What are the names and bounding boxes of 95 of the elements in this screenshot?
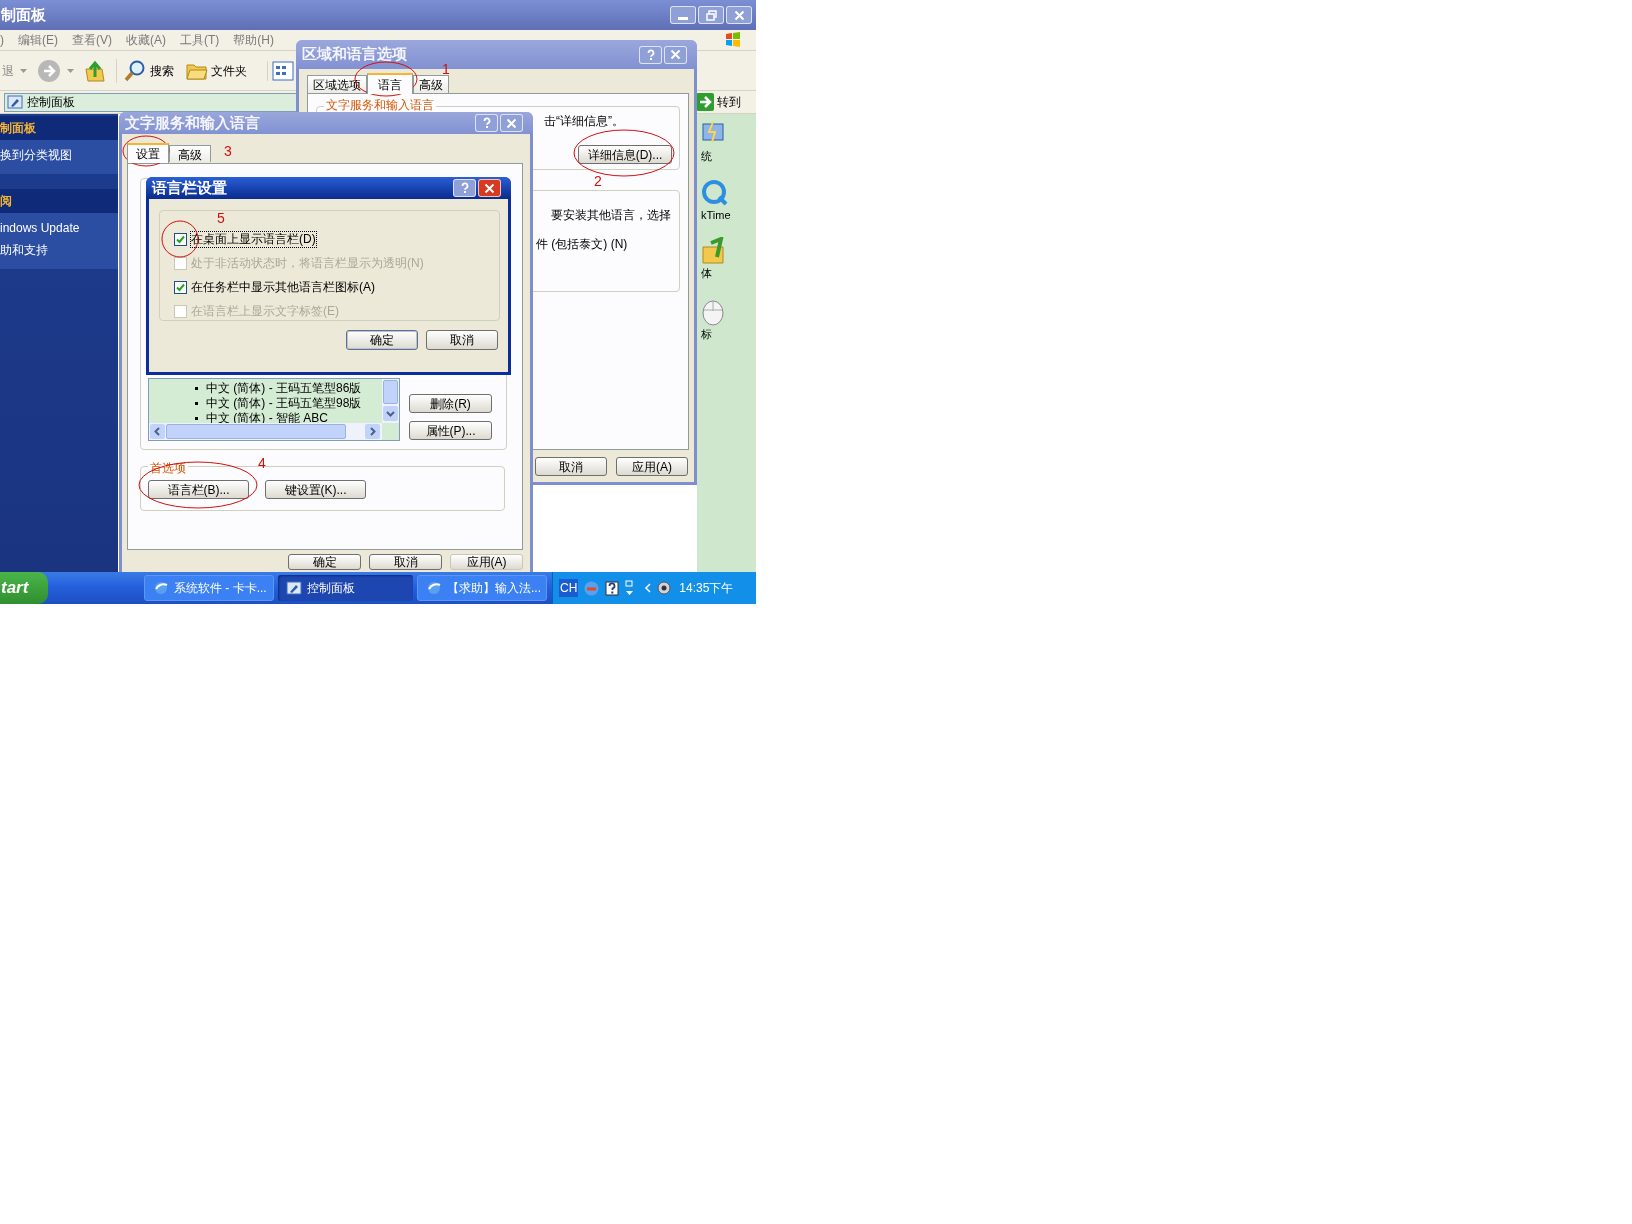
search-icon (123, 58, 147, 83)
icon-label[interactable]: 统 (701, 148, 712, 165)
close-button[interactable] (478, 179, 501, 197)
views-icon[interactable] (267, 60, 294, 81)
option-label[interactable]: 件 (包括泰文) (N) (536, 235, 628, 253)
dialog-button[interactable]: 取消 (535, 457, 607, 476)
restore-icon (705, 9, 717, 21)
scroll-left-icon[interactable] (150, 424, 165, 439)
annotation-number: 2 (594, 174, 602, 188)
bullet-icon (195, 402, 198, 405)
section-title: 制面板 (0, 120, 36, 137)
dialog-button[interactable]: 删除(R) (409, 394, 492, 413)
close-icon (484, 182, 495, 194)
close-icon (506, 117, 517, 129)
folder-icon[interactable] (701, 237, 727, 265)
help-button[interactable] (475, 114, 498, 132)
close-icon (733, 9, 745, 21)
tab[interactable]: 高级 (169, 145, 211, 162)
checkbox-label[interactable]: 在任务栏中显示其他语言栏图标(A) (191, 280, 375, 295)
dialog-title: 区域和语言选项 (302, 44, 407, 65)
icon-label[interactable]: 标 (701, 325, 712, 342)
dialog-button[interactable]: 取消 (426, 330, 498, 350)
bullet-icon (195, 387, 198, 390)
dialog-button[interactable]: 属性(P)... (409, 421, 492, 440)
sidebar-link[interactable]: 换到分类视图 (0, 146, 118, 164)
help-icon[interactable] (605, 580, 620, 596)
restore-button[interactable] (698, 6, 724, 24)
control-panel-icon (7, 94, 23, 110)
dialog-button[interactable]: 键设置(K)... (265, 480, 366, 499)
vertical-scrollbar[interactable] (382, 379, 399, 423)
scroll-thumb[interactable] (166, 424, 346, 439)
menu-item[interactable]: ) (0, 31, 4, 49)
scroll-thumb[interactable] (383, 380, 398, 404)
list-item[interactable]: 中文 (简体) - 王码五笔型98版 (206, 396, 362, 411)
menu-item[interactable]: 工具(T) (180, 31, 220, 49)
close-button[interactable] (726, 6, 752, 24)
magnifier-icon[interactable] (701, 178, 729, 207)
dialog-button[interactable]: 确定 (346, 330, 418, 350)
taskbar-button[interactable]: 系统软件 - 卡卡... (144, 575, 274, 601)
dialog-button[interactable]: 详细信息(D)... (578, 145, 672, 164)
taskbar-button[interactable]: 控制面板 (278, 575, 413, 601)
section-title: 阅 (0, 193, 12, 210)
minimize-icon (678, 17, 688, 20)
close-button[interactable] (664, 45, 687, 64)
close-button[interactable] (500, 114, 523, 132)
dialog-button[interactable]: 取消 (369, 554, 442, 570)
dialog-title: 文字服务和输入语言 (125, 112, 260, 133)
language-indicator[interactable]: CH (559, 579, 579, 597)
menu-item[interactable]: 查看(V) (72, 31, 112, 49)
checkbox[interactable] (174, 233, 187, 246)
annotation-number: 1 (442, 62, 450, 76)
checkbox[interactable] (174, 281, 187, 294)
tab[interactable]: 语言 (367, 73, 413, 94)
minimize-button[interactable] (670, 6, 696, 24)
menu-item[interactable]: 帮助(H) (233, 31, 274, 49)
icon-label[interactable]: kTime (701, 206, 731, 223)
go-button[interactable]: 转到 (696, 93, 741, 111)
dialog-button[interactable]: 确定 (288, 554, 361, 570)
forward-button-icon[interactable] (37, 58, 61, 83)
horizontal-scrollbar[interactable] (149, 423, 382, 440)
dialog-button[interactable]: 语言栏(B)... (148, 480, 249, 499)
tray-options-icon[interactable] (625, 580, 635, 596)
sidebar-link[interactable]: indows Update (0, 219, 118, 237)
window-title: 制面板 (0, 4, 46, 25)
annotation-ellipse (122, 135, 170, 167)
annotation-number: 5 (217, 211, 225, 225)
list-item[interactable]: 中文 (简体) - 王码五笔型86版 (206, 381, 362, 396)
help-button[interactable] (453, 179, 476, 197)
up-folder-icon[interactable] (84, 58, 106, 83)
windows-logo-icon (724, 31, 742, 49)
dialog-button[interactable]: 应用(A) (616, 457, 688, 476)
clock: 14:35下午 (679, 580, 734, 597)
help-button[interactable] (639, 45, 662, 64)
dropdown-arrow-icon[interactable] (67, 68, 74, 73)
instruction-text: 击“详细信息”。 (544, 113, 624, 130)
menu-item[interactable]: 收藏(A) (126, 31, 166, 49)
sidebar-link[interactable]: 助和支持 (0, 241, 118, 259)
close-icon (670, 49, 681, 60)
search-button[interactable]: 搜索 (116, 58, 174, 83)
instruction-text: 要安装其他语言，选择 (551, 207, 671, 224)
scroll-right-icon[interactable] (365, 424, 380, 439)
annotation-number: 3 (224, 144, 232, 158)
control-panel-icon (286, 580, 302, 596)
dialog-title: 语言栏设置 (152, 177, 227, 198)
bullet-icon (195, 417, 198, 420)
tab[interactable]: 高级 (413, 75, 449, 93)
dropdown-arrow-icon[interactable] (20, 68, 27, 73)
menu-item[interactable]: 编辑(E) (18, 31, 58, 49)
tab[interactable]: 设置 (127, 143, 169, 163)
taskbar-button[interactable]: 【求助】输入法... (417, 575, 547, 601)
icon-label[interactable]: 体 (701, 265, 712, 282)
scroll-down-icon[interactable] (383, 406, 398, 421)
folders-button[interactable]: 文件夹 (186, 60, 247, 81)
annotation-number: 4 (258, 456, 266, 470)
checkbox-label[interactable]: 在桌面上显示语言栏(D) (191, 232, 316, 247)
